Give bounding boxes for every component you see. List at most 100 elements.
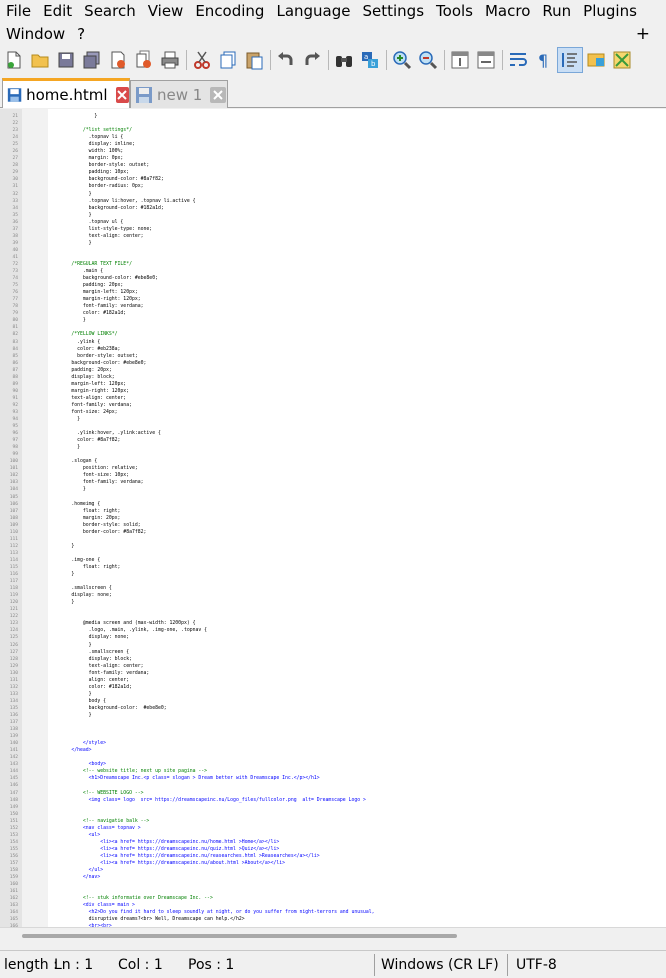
code-line[interactable]: 78 font-family: verdana;	[0, 303, 666, 310]
code-line[interactable]: 154 <li><a href= https://dreamscapeinc.n…	[0, 839, 666, 846]
word-wrap-button[interactable]	[506, 48, 530, 72]
print-button[interactable]	[158, 48, 182, 72]
code-line[interactable]: 32 }	[0, 191, 666, 198]
code-line[interactable]: 145 <h1>Dreamscape Inc.<p class= slogan …	[0, 775, 666, 782]
code-line[interactable]: 75 padding: 20px;	[0, 282, 666, 289]
save-all-button[interactable]	[80, 48, 104, 72]
code-line[interactable]: 128 display: block;	[0, 656, 666, 663]
code-line[interactable]: 114 .img-one {	[0, 557, 666, 564]
code-line[interactable]: 164 <h2>Do you find it hard to sleep sou…	[0, 909, 666, 916]
code-line[interactable]: 141 </head>	[0, 747, 666, 754]
code-line[interactable]: 119 display: none;	[0, 592, 666, 599]
code-line[interactable]: 95	[0, 423, 666, 430]
code-line[interactable]: 26 width: 100%;	[0, 148, 666, 155]
code-line[interactable]: 161	[0, 888, 666, 895]
code-line[interactable]: 107 float: right;	[0, 508, 666, 515]
code-line[interactable]: 76 margin-left: 120px;	[0, 289, 666, 296]
zoom-out-button[interactable]	[416, 48, 440, 72]
code-line[interactable]: 147 <!-- WEBSITE LOGO -->	[0, 790, 666, 797]
code-line[interactable]: 28 border-style: outset;	[0, 162, 666, 169]
code-line[interactable]: 83 .ylink {	[0, 339, 666, 346]
code-line[interactable]: 74 background-color: #ebe8e0;	[0, 275, 666, 282]
code-line[interactable]: 30 background-color: #8a7f82;	[0, 176, 666, 183]
code-line[interactable]: 80 }	[0, 317, 666, 324]
code-line[interactable]: 106 .homeimg {	[0, 501, 666, 508]
code-line[interactable]: 25 display: inline;	[0, 141, 666, 148]
code-line[interactable]: 121	[0, 606, 666, 613]
open-file-button[interactable]	[28, 48, 52, 72]
code-line[interactable]: 124 .logo, .main, .ylink, .img-one, .top…	[0, 627, 666, 634]
code-line[interactable]: 29 padding: 10px;	[0, 169, 666, 176]
code-line[interactable]: 37 list-style-type: none;	[0, 226, 666, 233]
code-line[interactable]: 21 }	[0, 113, 666, 120]
code-line[interactable]: 155 <li><a href= https://dreamscapeinc.n…	[0, 846, 666, 853]
code-line[interactable]: 23 /*list settings*/	[0, 127, 666, 134]
code-line[interactable]: 144 <!-- website title; next up site pag…	[0, 768, 666, 775]
code-line[interactable]: 126 }	[0, 642, 666, 649]
code-line[interactable]: 82 /*YELLOW LINKS*/	[0, 331, 666, 338]
menu-plugins[interactable]: Plugins	[577, 0, 643, 23]
code-line[interactable]: 88 display: block;	[0, 374, 666, 381]
code-line[interactable]: 41	[0, 254, 666, 261]
tab-close-button[interactable]	[115, 86, 129, 103]
code-line[interactable]: 34 background-color: #182a1d;	[0, 205, 666, 212]
code-line[interactable]: 91 text-align: center;	[0, 395, 666, 402]
code-line[interactable]: 118 .smallscreen {	[0, 585, 666, 592]
code-line[interactable]: 81	[0, 324, 666, 331]
code-line[interactable]: 73 .main {	[0, 268, 666, 275]
tab-home-html[interactable]: home.html	[2, 78, 130, 108]
code-line[interactable]: 156 <li><a href= https://dreamscapeinc.n…	[0, 853, 666, 860]
code-line[interactable]: 131 align: center;	[0, 677, 666, 684]
code-line[interactable]: 113	[0, 550, 666, 557]
code-line[interactable]: 86 background-color: #ebe8e0;	[0, 360, 666, 367]
code-line[interactable]: 115 float: right;	[0, 564, 666, 571]
code-line[interactable]: 153 <ul>	[0, 832, 666, 839]
code-line[interactable]: 79 color: #182a1d;	[0, 310, 666, 317]
code-line[interactable]: 31 border-radius: 0px;	[0, 183, 666, 190]
code-line[interactable]: 85 border-style: outset;	[0, 353, 666, 360]
code-line[interactable]: 112 }	[0, 543, 666, 550]
code-line[interactable]: 139	[0, 733, 666, 740]
zoom-in-button[interactable]	[390, 48, 414, 72]
code-line[interactable]: 100 .slogan {	[0, 458, 666, 465]
code-line[interactable]: 110 border-color: #8a7f82;	[0, 529, 666, 536]
close-all-button[interactable]	[132, 48, 156, 72]
code-line[interactable]: 22	[0, 120, 666, 127]
code-line[interactable]: 77 margin-right: 120px;	[0, 296, 666, 303]
menu-view[interactable]: View	[142, 0, 190, 23]
code-line[interactable]: 136 }	[0, 712, 666, 719]
code-line[interactable]: 97 color: #8a7f82;	[0, 437, 666, 444]
horizontal-scrollbar-thumb[interactable]	[22, 934, 457, 938]
code-line[interactable]: 84 color: #eb238a;	[0, 346, 666, 353]
code-line[interactable]: 39 }	[0, 240, 666, 247]
menu-macro[interactable]: Macro	[479, 0, 536, 23]
code-line[interactable]: 120 }	[0, 599, 666, 606]
code-line[interactable]: 149	[0, 804, 666, 811]
code-line[interactable]: 92 font-family: verdana;	[0, 402, 666, 409]
code-line[interactable]: 152 <nav class= topnav >	[0, 825, 666, 832]
indent-guide-button[interactable]	[557, 47, 583, 73]
code-line[interactable]: 130 font-family: verdana;	[0, 670, 666, 677]
code-line[interactable]: 111	[0, 536, 666, 543]
code-line[interactable]: 89 margin-left: 120px;	[0, 381, 666, 388]
new-tab-plus-button[interactable]: +	[636, 23, 650, 46]
menu-run[interactable]: Run	[536, 0, 577, 23]
code-line[interactable]: 96 .ylink:hover, .ylink:active {	[0, 430, 666, 437]
code-line[interactable]: 160	[0, 881, 666, 888]
document-map-button[interactable]	[610, 48, 634, 72]
code-line[interactable]: 24 .topnav li {	[0, 134, 666, 141]
show-all-characters-button[interactable]: ¶	[532, 48, 556, 72]
code-editor[interactable]: 21 } 22 23 /*list settings*/24 .topnav li …	[0, 109, 666, 927]
code-line[interactable]: 142	[0, 754, 666, 761]
code-line[interactable]: 163 <div class= main >	[0, 902, 666, 909]
code-line[interactable]: 133 }	[0, 691, 666, 698]
code-line[interactable]: 104 }	[0, 486, 666, 493]
code-line[interactable]: 117	[0, 578, 666, 585]
code-line[interactable]: 150	[0, 811, 666, 818]
code-line[interactable]: 165 disruptive dreams?<br> Well, Dreamsc…	[0, 916, 666, 923]
cut-button[interactable]	[190, 48, 214, 72]
tab-close-button[interactable]	[210, 86, 227, 103]
sync-vertical-scroll-button[interactable]	[448, 48, 472, 72]
code-line[interactable]: 132 color: #182a1d;	[0, 684, 666, 691]
code-line[interactable]: 137	[0, 719, 666, 726]
